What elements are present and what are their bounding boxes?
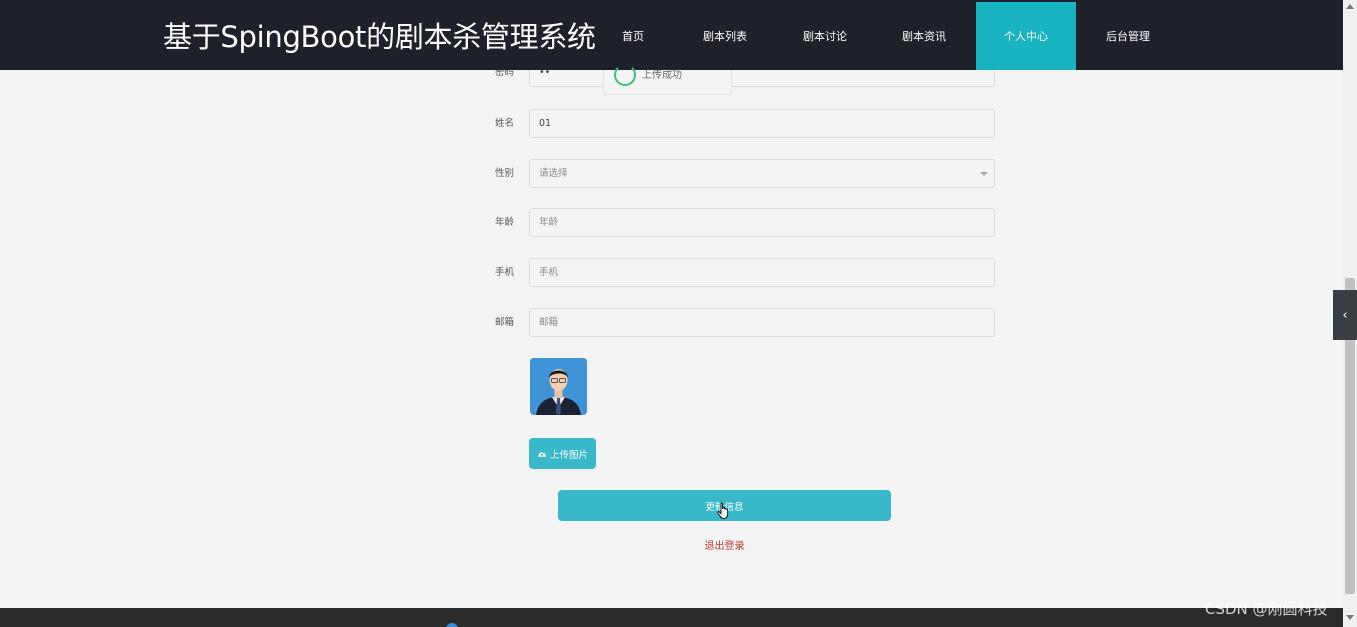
site-title: 基于SpingBoot的剧本杀管理系统 — [163, 20, 596, 54]
email-label: 邮箱 — [495, 317, 515, 328]
upload-image-button[interactable]: 上传图片 — [529, 438, 596, 469]
phone-row: 手机 手机 — [495, 258, 995, 287]
top-navbar: 基于SpingBoot的剧本杀管理系统 首页 剧本列表 剧本讨论 剧本资讯 个人… — [0, 0, 1343, 70]
password-label: 密码 — [495, 70, 515, 78]
footer-icon — [446, 623, 458, 627]
gender-select[interactable]: 请选择 — [529, 159, 995, 188]
age-label: 年龄 — [495, 217, 515, 228]
name-input[interactable]: 01 — [529, 109, 995, 138]
nav-script-list[interactable]: 剧本列表 — [675, 2, 775, 70]
password-row: 密码 •• — [495, 70, 995, 87]
avatar — [530, 358, 587, 415]
nav-script-news[interactable]: 剧本资讯 — [874, 2, 974, 70]
scroll-down-arrow-icon[interactable] — [1346, 615, 1354, 620]
success-check-icon — [614, 64, 636, 86]
nav-script-discussion[interactable]: 剧本讨论 — [775, 2, 875, 70]
scroll-up-arrow-icon[interactable] — [1346, 4, 1354, 9]
chevron-down-icon — [980, 172, 988, 176]
side-panel-toggle[interactable]: ‹ — [1333, 290, 1357, 340]
nav-home[interactable]: 首页 — [583, 2, 683, 70]
password-input[interactable]: •• — [529, 70, 995, 87]
logout-link[interactable]: 退出登录 — [558, 537, 891, 552]
cloud-upload-icon — [538, 451, 547, 457]
gender-row: 性别 请选择 — [495, 159, 995, 188]
phone-label: 手机 — [495, 267, 515, 278]
name-label: 姓名 — [495, 118, 515, 129]
upload-success-toast: 上传成功 — [603, 64, 732, 95]
age-row: 年龄 年龄 — [495, 208, 995, 237]
upload-image-label: 上传图片 — [549, 449, 588, 461]
age-input[interactable]: 年龄 — [529, 208, 995, 237]
nav-admin[interactable]: 后台管理 — [1078, 2, 1178, 70]
gender-placeholder: 请选择 — [539, 168, 568, 179]
gender-label: 性别 — [495, 168, 515, 179]
csdn-watermark: CSDN @刚圆科技 — [1205, 600, 1328, 618]
email-row: 邮箱 邮箱 — [495, 308, 995, 337]
nav-personal-center[interactable]: 个人中心 — [976, 2, 1076, 70]
hand-cursor-icon — [717, 502, 729, 519]
email-input[interactable]: 邮箱 — [529, 308, 995, 337]
name-row: 姓名 01 — [495, 109, 995, 138]
chevron-left-icon: ‹ — [1342, 307, 1348, 323]
page-footer — [0, 608, 1343, 627]
profile-form: 密码 •• 姓名 01 性别 请选择 年龄 年龄 手机 手机 邮箱 邮箱 上传图… — [0, 70, 1343, 608]
phone-input[interactable]: 手机 — [529, 258, 995, 287]
toast-message: 上传成功 — [642, 70, 682, 81]
